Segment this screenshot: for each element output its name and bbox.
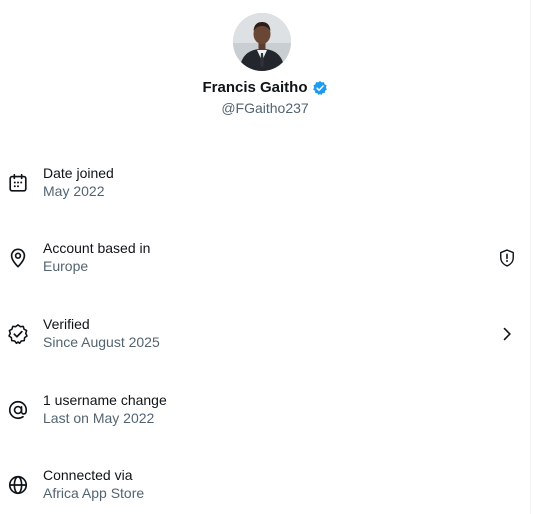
detail-row-verified[interactable]: Verified Since August 2025 [0,314,530,354]
shield-alert-icon[interactable] [497,248,517,268]
detail-subtitle: Last on May 2022 [43,410,155,426]
calendar-icon [9,173,27,192]
detail-title: Account based in [43,240,151,256]
detail-title: Verified [43,316,90,332]
verified-check-icon [8,324,28,345]
detail-row-account-based-in: Account based in Europe [0,238,530,278]
verified-badge-icon [312,81,327,95]
at-sign-icon [8,400,28,420]
detail-row-connected-via: Connected via Africa App Store [0,465,530,505]
detail-row-username-change: 1 username change Last on May 2022 [0,390,530,430]
detail-title: Date joined [43,165,114,181]
globe-icon [8,475,28,495]
profile-name[interactable]: Francis Gaitho [202,78,307,98]
profile-handle: @FGaitho237 [221,100,309,116]
detail-row-date-joined: Date joined May 2022 [0,163,530,203]
profile-name-row: Francis Gaitho [0,78,530,98]
avatar-photo [233,13,291,71]
detail-subtitle: Europe [43,258,89,274]
detail-subtitle: May 2022 [43,183,105,199]
about-account-panel: Francis Gaitho @FGaitho237 Date joined M… [0,0,530,514]
detail-title: Connected via [43,467,133,483]
chevron-right-icon[interactable] [497,324,517,344]
location-pin-icon [10,248,26,268]
detail-subtitle: Since August 2025 [43,334,160,350]
detail-title: 1 username change [43,392,167,408]
panel-divider [530,0,531,514]
avatar[interactable] [233,13,291,71]
detail-subtitle: Africa App Store [43,485,145,501]
